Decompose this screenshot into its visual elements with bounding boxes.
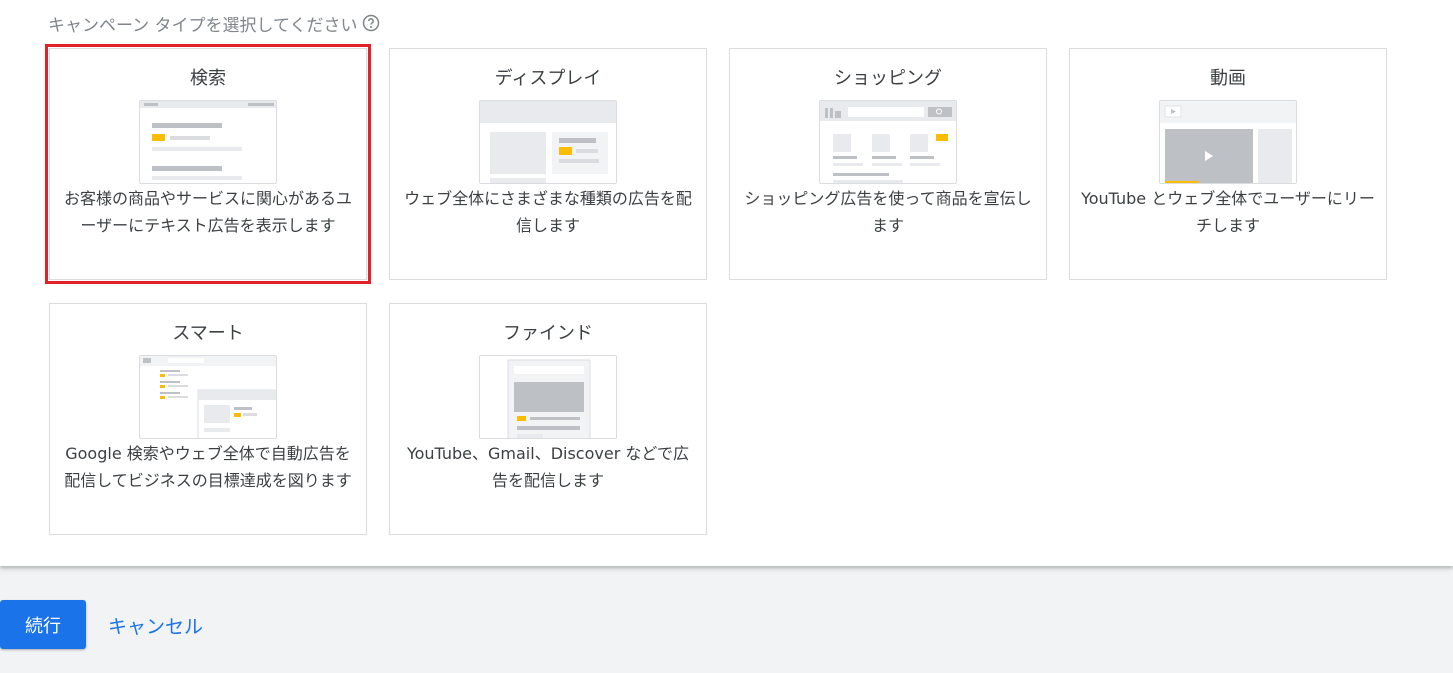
cancel-link[interactable]: キャンセル [108,612,203,639]
heading-text: キャンペーン タイプを選択してください [48,15,358,36]
card-description: お客様の商品やサービスに関心があるユーザーにテキスト広告を表示します [63,189,352,235]
card-title: ファインド [503,323,593,344]
campaign-type-card-video[interactable]: 動画 YouTube とウェブ全体でユーザーにリーチします [1069,48,1387,280]
card-description: ショッピング広告を使って商品を宣伝します [744,189,1032,235]
campaign-type-card-shopping[interactable]: ショッピング ショッピング広告を使って商品を宣伝します [729,48,1047,280]
search-ad-illustration [139,100,277,184]
help-circle-icon[interactable] [362,14,380,32]
shopping-ad-illustration [819,100,957,184]
campaign-type-card-discovery[interactable]: ファインド YouTube、Gmail、Discover などで広告を配信します [389,303,707,535]
card-title: スマート [172,323,244,344]
display-ad-illustration [479,100,617,184]
card-title: 動画 [1210,68,1246,89]
continue-button[interactable]: 続行 [0,600,86,649]
card-description: ウェブ全体にさまざまな種類の広告を配信します [404,189,692,235]
card-title: ショッピング [834,68,942,89]
campaign-type-panel: キャンペーン タイプを選択してください 検索 お客様の商品やサービスに関心がある… [0,0,1453,566]
discovery-ad-illustration [479,355,617,439]
campaign-type-card-smart[interactable]: スマート Google 検索やウェブ全体で自動広告を配信してビジネスの目標達成を… [49,303,367,535]
campaign-type-heading: キャンペーン タイプを選択してください [48,10,380,36]
card-description: Google 検索やウェブ全体で自動広告を配信してビジネスの目標達成を図ります [64,444,352,490]
smart-ad-illustration [139,355,277,439]
card-title: 検索 [190,68,226,89]
card-description: YouTube、Gmail、Discover などで広告を配信します [406,444,690,490]
card-description: YouTube とウェブ全体でユーザーにリーチします [1081,189,1375,235]
video-ad-illustration [1159,100,1297,184]
campaign-type-card-search[interactable]: 検索 お客様の商品やサービスに関心があるユーザーにテキスト広告を表示します [45,44,371,284]
card-title: ディスプレイ [494,68,602,89]
campaign-type-card-display[interactable]: ディスプレイ ウェブ全体にさまざまな種類の広告を配信します [389,48,707,280]
